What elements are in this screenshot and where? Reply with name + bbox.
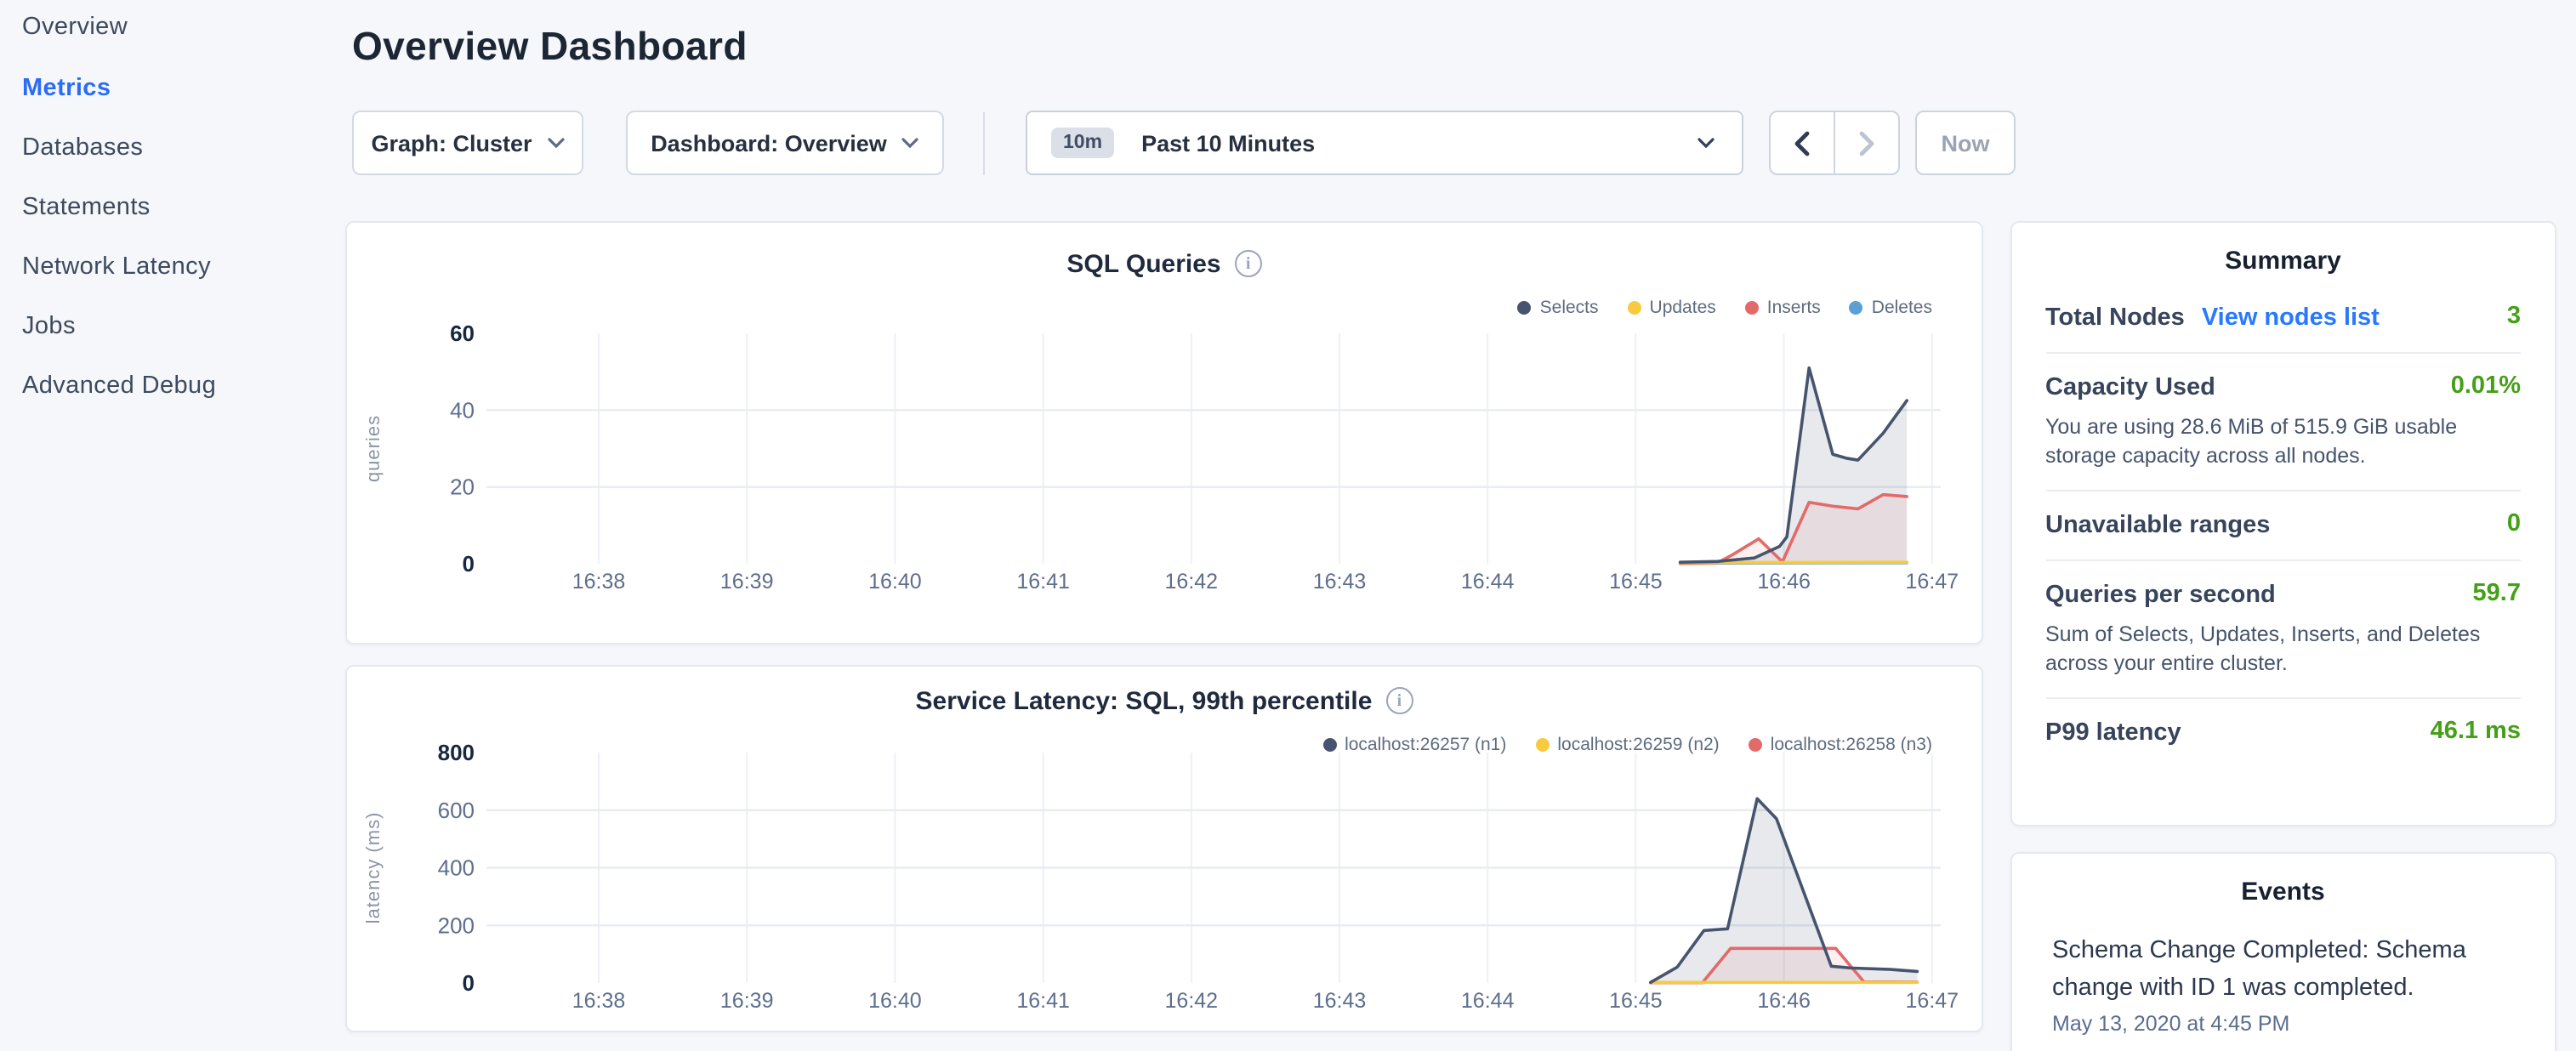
capacity-used-desc: You are using 28.6 MiB of 515.9 GiB usab… — [2045, 412, 2521, 470]
events-title: Events — [2011, 877, 2555, 906]
svg-text:queries: queries — [362, 414, 384, 481]
summary-row-p99: P99 latency 46.1 ms — [2045, 696, 2521, 766]
chevron-right-icon — [1859, 130, 1874, 156]
dashboard-selector-dropdown[interactable]: Dashboard: Overview — [626, 111, 944, 175]
svg-text:200: 200 — [438, 912, 475, 937]
svg-text:16:46: 16:46 — [1757, 988, 1811, 1012]
svg-text:16:40: 16:40 — [868, 988, 922, 1012]
svg-text:0: 0 — [463, 969, 475, 995]
now-button[interactable]: Now — [1915, 111, 2016, 175]
qps-desc: Sum of Selects, Updates, Inserts, and De… — [2045, 620, 2521, 678]
svg-text:20: 20 — [450, 474, 475, 499]
svg-text:16:38: 16:38 — [572, 988, 626, 1012]
page-title: Overview Dashboard — [352, 24, 748, 70]
view-nodes-list-link[interactable]: View nodes list — [2202, 304, 2380, 331]
capacity-used-label: Capacity Used — [2045, 373, 2215, 401]
svg-text:16:43: 16:43 — [1313, 569, 1367, 593]
svg-text:16:42: 16:42 — [1165, 988, 1219, 1012]
event-timestamp: May 13, 2020 at 4:45 PM — [2052, 1011, 2514, 1035]
chevron-down-icon — [1697, 138, 1714, 148]
svg-text:16:39: 16:39 — [720, 988, 774, 1012]
p99-latency-value: 46.1 ms — [2431, 717, 2521, 744]
svg-text:16:39: 16:39 — [720, 569, 774, 593]
p99-latency-label: P99 latency — [2045, 719, 2181, 746]
sidebar-item-metrics[interactable]: Metrics — [22, 75, 111, 102]
unavailable-ranges-label: Unavailable ranges — [2045, 511, 2270, 538]
svg-text:16:44: 16:44 — [1461, 988, 1515, 1012]
time-pager — [1769, 111, 1900, 175]
next-time-button[interactable] — [1834, 112, 1898, 173]
svg-text:400: 400 — [438, 855, 475, 880]
sidebar-item-network-latency[interactable]: Network Latency — [22, 253, 211, 281]
sidebar-item-advanced-debug[interactable]: Advanced Debug — [22, 372, 216, 400]
graph-selector-label: Graph: Cluster — [371, 130, 532, 156]
sidebar: Overview Metrics Databases Statements Ne… — [0, 0, 323, 1051]
summary-row-qps: Queries per second 59.7 Sum of Selects, … — [2045, 559, 2521, 696]
service-latency-chart-plot[interactable]: 0 200 400 600 800 16:38 16:39 16:40 16:41 16:42 16… — [347, 666, 1985, 1042]
svg-text:16:45: 16:45 — [1609, 988, 1663, 1012]
sql-queries-chart-plot[interactable]: 0 20 40 60 16:38 16:39 16:40 16:41 16:42 16:43 16:… — [347, 222, 1985, 654]
svg-text:60: 60 — [450, 320, 475, 345]
svg-text:800: 800 — [438, 739, 475, 764]
svg-text:16:45: 16:45 — [1609, 569, 1663, 593]
total-nodes-value: 3 — [2507, 302, 2521, 329]
summary-panel: Summary Total Nodes View nodes list 3 Cap… — [2010, 220, 2556, 826]
unavailable-ranges-value: 0 — [2507, 509, 2521, 537]
qps-value: 59.7 — [2473, 579, 2521, 606]
summary-row-unavailable-ranges: Unavailable ranges 0 — [2045, 489, 2521, 559]
svg-text:16:47: 16:47 — [1906, 569, 1959, 593]
chevron-down-icon — [548, 138, 565, 148]
sidebar-item-jobs[interactable]: Jobs — [22, 313, 76, 340]
time-range-badge: 10m — [1051, 128, 1114, 158]
events-panel: Events Schema Change Completed: Schema c… — [2010, 851, 2556, 1051]
summary-row-total-nodes: Total Nodes View nodes list 3 — [2045, 283, 2521, 351]
svg-text:16:40: 16:40 — [868, 569, 922, 593]
time-range-dropdown[interactable]: 10m Past 10 Minutes — [1026, 111, 1743, 175]
svg-text:latency (ms): latency (ms) — [362, 811, 384, 923]
sql-queries-chart-card: SQL Queries i Selects Updates Inserts De… — [345, 220, 1983, 644]
sidebar-item-databases[interactable]: Databases — [22, 134, 143, 162]
app-viewport: Overview Metrics Databases Statements Ne… — [0, 0, 2576, 1051]
capacity-used-value: 0.01% — [2451, 372, 2521, 399]
svg-text:16:41: 16:41 — [1016, 569, 1070, 593]
svg-text:0: 0 — [463, 550, 475, 576]
svg-text:16:42: 16:42 — [1165, 569, 1219, 593]
sidebar-item-statements[interactable]: Statements — [22, 194, 151, 221]
service-latency-chart-card: Service Latency: SQL, 99th percentile i … — [345, 664, 1983, 1031]
sidebar-item-overview[interactable]: Overview — [22, 14, 128, 41]
svg-text:16:46: 16:46 — [1757, 569, 1811, 593]
summary-title: Summary — [2011, 246, 2555, 275]
time-range-label: Past 10 Minutes — [1141, 130, 1315, 156]
svg-text:16:38: 16:38 — [572, 569, 626, 593]
svg-text:16:43: 16:43 — [1313, 988, 1367, 1012]
chevron-down-icon — [902, 138, 919, 148]
graph-selector-dropdown[interactable]: Graph: Cluster — [352, 111, 583, 175]
summary-row-capacity: Capacity Used 0.01% You are using 28.6 M… — [2045, 351, 2521, 489]
total-nodes-label: Total Nodes — [2045, 304, 2185, 331]
chevron-left-icon — [1794, 130, 1810, 156]
prev-time-button[interactable] — [1771, 112, 1834, 173]
svg-text:16:41: 16:41 — [1016, 988, 1070, 1012]
qps-label: Queries per second — [2045, 581, 2276, 608]
dashboard-selector-label: Dashboard: Overview — [651, 130, 887, 156]
svg-text:16:47: 16:47 — [1906, 988, 1959, 1012]
svg-text:16:44: 16:44 — [1461, 569, 1515, 593]
toolbar-divider — [983, 112, 985, 175]
svg-text:40: 40 — [450, 396, 475, 422]
svg-text:600: 600 — [438, 797, 475, 822]
event-message[interactable]: Schema Change Completed: Schema change w… — [2052, 931, 2491, 1006]
